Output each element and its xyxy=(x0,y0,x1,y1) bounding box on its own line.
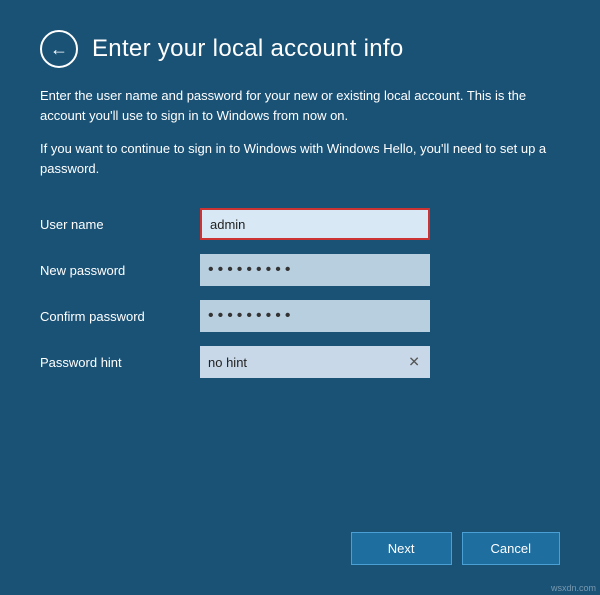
username-label: User name xyxy=(40,217,200,232)
new-password-row: New password xyxy=(40,254,560,286)
confirm-password-label: Confirm password xyxy=(40,309,200,324)
watermark: wsxdn.com xyxy=(551,583,596,593)
page-title: Enter your local account info xyxy=(92,35,404,63)
username-row: User name xyxy=(40,208,560,240)
description-first: Enter the user name and password for you… xyxy=(40,86,560,125)
password-hint-wrapper: ✕ xyxy=(200,346,430,378)
password-hint-label: Password hint xyxy=(40,355,200,370)
footer-buttons: Next Cancel xyxy=(351,532,560,565)
back-arrow-icon: ← xyxy=(50,39,68,60)
header: ← Enter your local account info xyxy=(40,30,560,68)
form: User name New password Confirm password … xyxy=(40,208,560,392)
password-hint-input[interactable] xyxy=(200,346,430,378)
description-second: If you want to continue to sign in to Wi… xyxy=(40,139,560,178)
clear-hint-button[interactable]: ✕ xyxy=(404,352,424,373)
password-hint-row: Password hint ✕ xyxy=(40,346,560,378)
new-password-label: New password xyxy=(40,263,200,278)
main-container: ← Enter your local account info Enter th… xyxy=(0,0,600,595)
next-button[interactable]: Next xyxy=(351,532,452,565)
clear-icon: ✕ xyxy=(408,354,420,371)
confirm-password-input[interactable] xyxy=(200,300,430,332)
confirm-password-row: Confirm password xyxy=(40,300,560,332)
new-password-input[interactable] xyxy=(200,254,430,286)
back-button[interactable]: ← xyxy=(40,30,78,68)
cancel-button[interactable]: Cancel xyxy=(462,532,560,565)
username-input[interactable] xyxy=(200,208,430,240)
